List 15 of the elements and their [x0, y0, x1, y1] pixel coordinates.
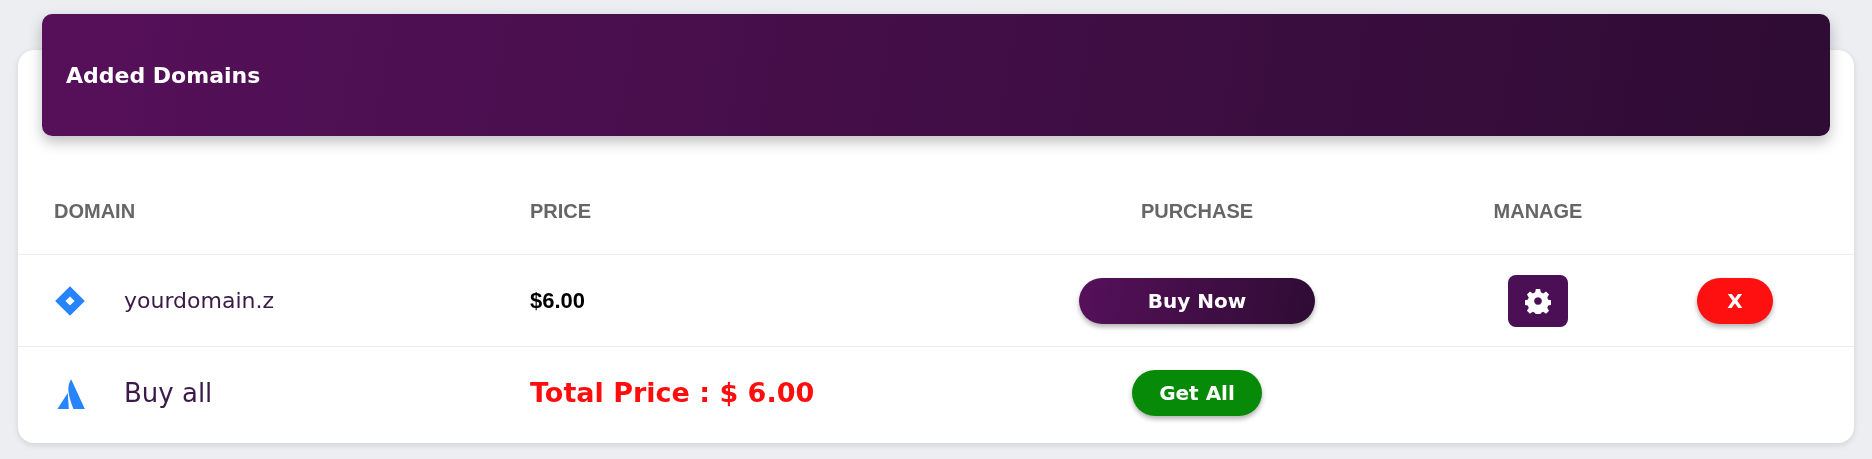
column-header: MANAGE: [1493, 199, 1583, 223]
column-header: DOMAIN: [54, 199, 137, 223]
purchase-button[interactable]: Get All: [1132, 369, 1262, 416]
diamond-icon: [54, 284, 86, 317]
price-text: $6.00: [530, 287, 587, 314]
column-header: PURCHASE: [1140, 199, 1254, 223]
settings-icon: [1525, 287, 1551, 314]
header-title: Added Domains: [66, 62, 261, 88]
price-text: Total Price : $ 6.00: [530, 377, 816, 408]
remove-button[interactable]: X: [1697, 277, 1773, 324]
purchase-button[interactable]: Buy Now: [1079, 277, 1315, 324]
domain-name: Buy all: [124, 377, 213, 408]
settings-button[interactable]: [1508, 274, 1568, 327]
column-header: PRICE: [530, 199, 593, 223]
domain-name: yourdomain.z: [124, 288, 274, 313]
